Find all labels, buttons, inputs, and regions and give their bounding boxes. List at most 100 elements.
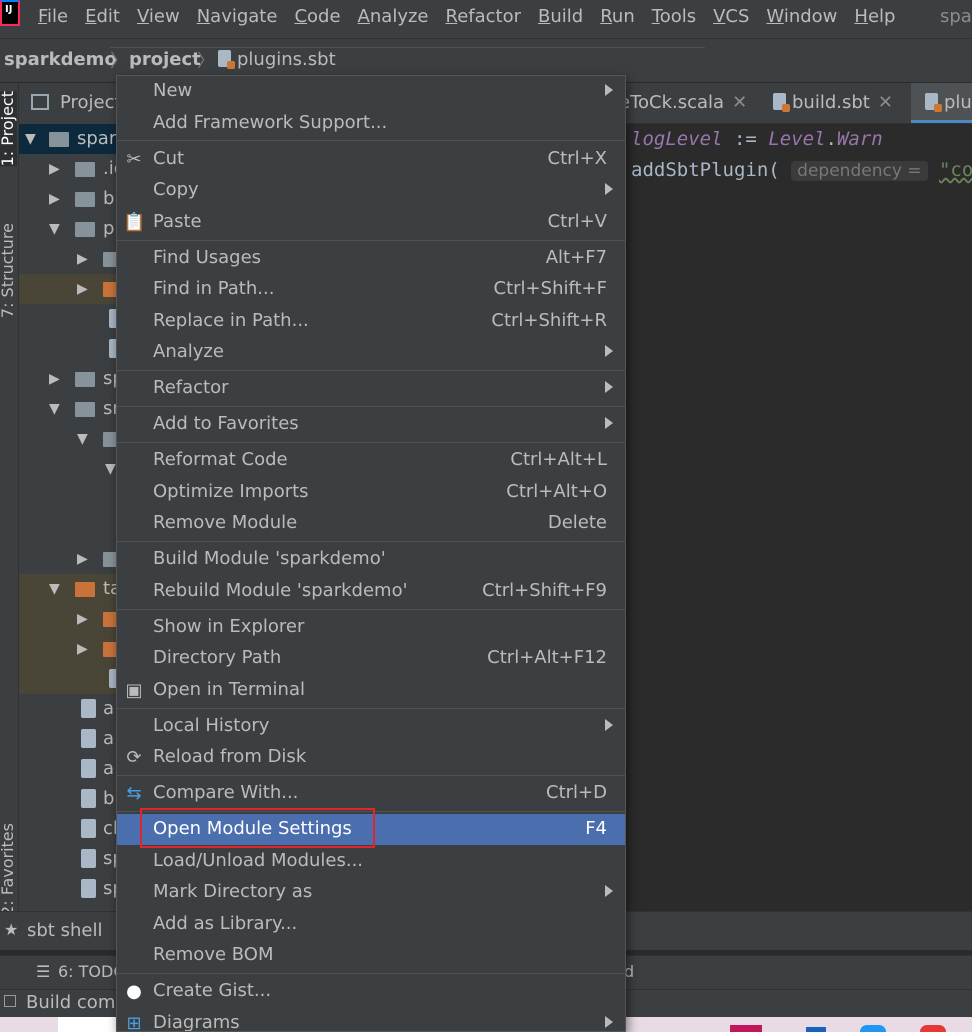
tab-plugins-sbt[interactable]: plu — [911, 83, 972, 123]
tree-row[interactable]: cl — [19, 814, 119, 844]
tree-row[interactable]: sp — [19, 874, 119, 904]
list-icon: ☰ — [36, 962, 51, 981]
menu-item-paste[interactable]: 📋 Paste Ctrl+V — [117, 207, 625, 238]
tree-row[interactable]: ▶ — [19, 274, 119, 304]
tab-build-sbt[interactable]: build.sbt ✕ — [773, 83, 893, 123]
menu-item-remove-module[interactable]: Remove Module Delete — [117, 508, 625, 539]
tree-row[interactable]: ▶ — [19, 604, 119, 634]
taskbar-app-icon[interactable] — [860, 1025, 886, 1032]
menu-code[interactable]: Code — [294, 6, 340, 27]
menu-item-create-gist[interactable]: ● Create Gist... — [117, 976, 625, 1007]
expand-arrow-down-icon[interactable]: ▼ — [49, 581, 60, 597]
menu-item-label: Rebuild Module 'sparkdemo' — [153, 580, 408, 601]
menu-run[interactable]: Run — [600, 6, 635, 27]
menu-navigate[interactable]: Navigate — [197, 6, 278, 27]
menu-file[interactable]: File — [38, 6, 68, 27]
expand-arrow-right-icon[interactable]: ▶ — [77, 611, 88, 627]
tree-row[interactable]: ▶ — [19, 244, 119, 274]
tree-row[interactable] — [19, 664, 119, 694]
tree-row[interactable]: ▼ sr — [19, 394, 119, 424]
close-icon[interactable]: ✕ — [878, 92, 893, 113]
menu-item-add-to-favorites[interactable]: Add to Favorites — [117, 409, 625, 440]
menu-item-find-in-path[interactable]: Find in Path... Ctrl+Shift+F — [117, 274, 625, 305]
taskbar-app-icon[interactable] — [730, 1025, 762, 1032]
expand-arrow-right-icon[interactable]: ▶ — [49, 371, 60, 387]
menu-item-find-usages[interactable]: Find Usages Alt+F7 — [117, 243, 625, 274]
tree-row[interactable]: a — [19, 724, 119, 754]
menu-item-reload-from-disk[interactable]: ⟳ Reload from Disk — [117, 742, 625, 773]
menu-item-add-as-library[interactable]: Add as Library... — [117, 909, 625, 940]
tree-row[interactable]: ▶sp — [19, 364, 119, 394]
expand-arrow-right-icon[interactable]: ▶ — [77, 551, 88, 567]
tree-row[interactable] — [19, 334, 119, 364]
expand-arrow-right-icon[interactable]: ▶ — [77, 281, 88, 297]
expand-arrow-right-icon[interactable]: ▶ — [77, 641, 88, 657]
menu-vcs[interactable]: VCS — [713, 6, 749, 27]
menu-item-build-module-sparkdemo[interactable]: Build Module 'sparkdemo' — [117, 544, 625, 575]
breadcrumb-file[interactable]: plugins.sbt — [218, 49, 336, 70]
menu-refactor[interactable]: Refactor — [446, 6, 522, 27]
menu-view[interactable]: View — [137, 6, 180, 27]
tree-row[interactable]: ▼ — [19, 424, 119, 454]
menu-item-load-unload-modules[interactable]: Load/Unload Modules... — [117, 846, 625, 877]
menu-item-remove-bom[interactable]: Remove BOM — [117, 940, 625, 971]
tree-row[interactable]: sp — [19, 844, 119, 874]
taskbar-app-icon[interactable] — [806, 1027, 826, 1032]
taskbar-item[interactable] — [58, 1017, 116, 1032]
menu-tools[interactable]: Tools — [652, 6, 696, 27]
menu-item-show-in-explorer[interactable]: Show in Explorer — [117, 612, 625, 643]
expand-arrow-down-icon[interactable]: ▼ — [105, 461, 116, 477]
tree-row[interactable]: ▶ b — [19, 184, 119, 214]
tree-row[interactable]: ▼ p — [19, 214, 119, 244]
menu-item-reformat-code[interactable]: Reformat Code Ctrl+Alt+L — [117, 445, 625, 476]
close-icon[interactable]: ✕ — [732, 92, 747, 113]
project-tool-tab[interactable]: 1: Project — [0, 91, 17, 167]
menu-item-cut[interactable]: ✂ Cut Ctrl+X — [117, 144, 625, 175]
tree-row[interactable]: ▼ — [19, 454, 119, 484]
menu-window[interactable]: Window — [766, 6, 837, 27]
menu-item-add-framework-support[interactable]: Add Framework Support... — [117, 108, 625, 139]
tree-row[interactable]: ▼ ta — [19, 574, 119, 604]
sbt-shell-tab[interactable]: sbt shell — [27, 920, 102, 941]
menu-item-refactor[interactable]: Refactor — [117, 373, 625, 404]
breadcrumb-folder[interactable]: project — [129, 49, 201, 70]
menu-item-directory-path[interactable]: Directory Path Ctrl+Alt+F12 — [117, 643, 625, 674]
taskbar-app-icon[interactable] — [920, 1025, 946, 1032]
menu-item-local-history[interactable]: Local History — [117, 711, 625, 742]
favorites-tool-tab[interactable]: 2: Favorites — [0, 823, 17, 916]
tab-etock-scala[interactable]: eToCk.scala ✕ — [619, 83, 747, 123]
menu-edit[interactable]: Edit — [85, 6, 120, 27]
expand-arrow-right-icon[interactable]: ▶ — [49, 191, 60, 207]
tree-row[interactable]: ▶ — [19, 544, 119, 574]
expand-arrow-down-icon[interactable]: ▼ — [49, 401, 60, 417]
expand-arrow-right-icon[interactable]: ▶ — [49, 161, 60, 177]
tree-row[interactable]: ▶ — [19, 634, 119, 664]
breadcrumb-root[interactable]: sparkdemo — [4, 49, 117, 70]
menu-item-new[interactable]: New — [117, 76, 625, 107]
menu-item-replace-in-path[interactable]: Replace in Path... Ctrl+Shift+R — [117, 306, 625, 337]
menu-item-copy[interactable]: Copy — [117, 175, 625, 206]
menu-item-optimize-imports[interactable]: Optimize Imports Ctrl+Alt+O — [117, 477, 625, 508]
structure-tool-tab[interactable]: 7: Structure — [0, 223, 17, 318]
menu-item-rebuild-module-sparkdemo[interactable]: Rebuild Module 'sparkdemo' Ctrl+Shift+F9 — [117, 576, 625, 607]
menu-help[interactable]: Help — [854, 6, 895, 27]
tree-row[interactable]: b — [19, 784, 119, 814]
menu-item-compare-with[interactable]: ⇆ Compare With... Ctrl+D — [117, 778, 625, 809]
tree-row[interactable]: a — [19, 754, 119, 784]
menu-item-analyze[interactable]: Analyze — [117, 337, 625, 368]
tree-row[interactable]: ▶.id — [19, 154, 119, 184]
tree-row[interactable]: a — [19, 694, 119, 724]
menu-item-open-in-terminal[interactable]: ▣ Open in Terminal — [117, 675, 625, 706]
menu-item-mark-directory-as[interactable]: Mark Directory as — [117, 877, 625, 908]
expand-arrow-down-icon[interactable]: ▼ — [77, 431, 88, 447]
expand-arrow-down-icon[interactable]: ▼ — [25, 131, 36, 147]
project-panel-title[interactable]: Project — [60, 92, 119, 113]
menu-analyze[interactable]: Analyze — [358, 6, 429, 27]
expand-arrow-down-icon[interactable]: ▼ — [49, 221, 60, 237]
menu-item-label: Reformat Code — [153, 449, 288, 470]
tree-row[interactable] — [19, 304, 119, 334]
tree-row[interactable]: ▼ spar — [19, 124, 119, 154]
menu-item-diagrams[interactable]: ⊞ Diagrams — [117, 1008, 625, 1031]
menu-build[interactable]: Build — [538, 6, 583, 27]
expand-arrow-right-icon[interactable]: ▶ — [77, 251, 88, 267]
